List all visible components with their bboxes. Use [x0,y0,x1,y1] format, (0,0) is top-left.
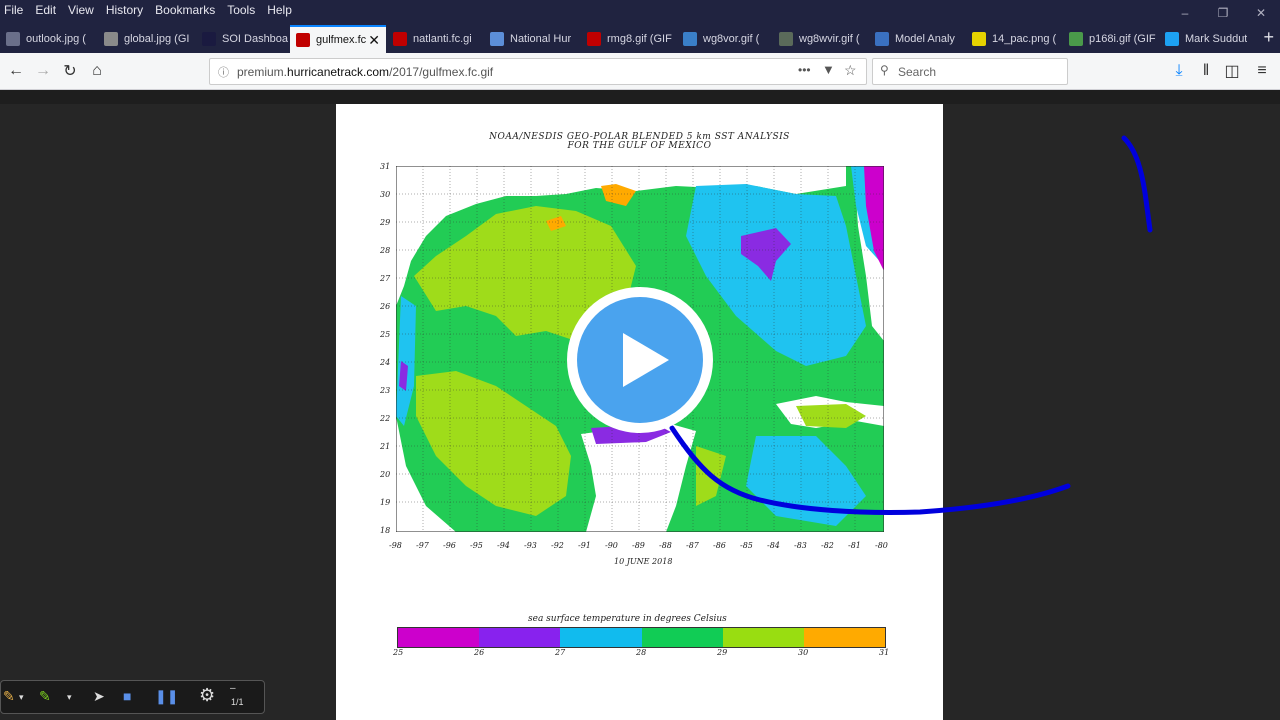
annotation-mark [1121,135,1153,233]
drawing-toolbar: ✎ ▾ ✎ ▾ ➤ ■ ❚❚ ⚙ – 1/1 [0,680,265,714]
page-count: 1/1 [231,697,244,707]
pen-tool-icon[interactable]: ✎ [3,688,15,705]
minimize-toolbar-icon[interactable]: – [230,683,236,694]
cursor-icon[interactable]: ➤ [93,688,105,705]
annotation-track-line [669,425,1071,515]
stop-icon[interactable]: ■ [123,688,131,704]
highlighter-dropdown-icon[interactable]: ▾ [67,692,72,703]
play-button[interactable] [567,287,713,433]
pause-icon[interactable]: ❚❚ [155,688,178,705]
play-icon [623,333,669,387]
pen-dropdown-icon[interactable]: ▾ [19,692,24,703]
settings-gear-icon[interactable]: ⚙ [199,685,215,706]
highlighter-icon[interactable]: ✎ [39,688,51,705]
